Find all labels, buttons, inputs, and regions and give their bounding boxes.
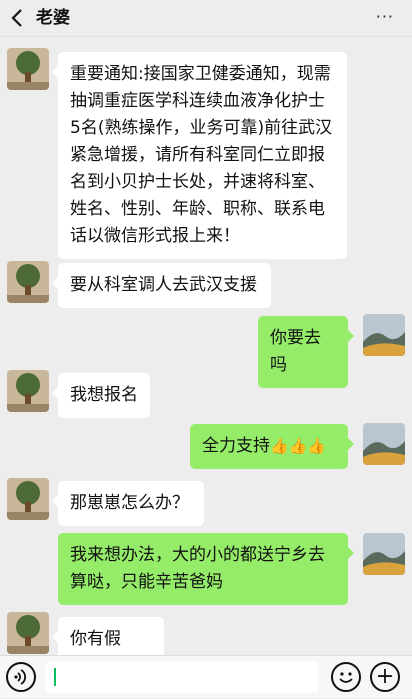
contact-avatar[interactable] xyxy=(7,478,49,520)
message-text: 我来想办法，大的小的都送宁乡去算哒，只能辛苦爸妈 xyxy=(70,545,325,592)
message-bubble-left: 重要通知:接国家卫健委通知，现需抽调重症医学科连续血液净化护士5名(熟练操作，业… xyxy=(52,52,347,259)
contact-avatar[interactable] xyxy=(7,261,49,303)
message-text: 全力支持 xyxy=(202,436,270,456)
message-input[interactable] xyxy=(46,661,318,693)
message-bubble-right: 我来想办法，大的小的都送宁乡去算哒，只能辛苦爸妈 xyxy=(58,533,354,605)
message-bubble-left: 那崽崽怎么办？ xyxy=(52,481,204,526)
contact-avatar[interactable] xyxy=(7,370,49,412)
message-text: 重要通知:接国家卫健委通知，现需抽调重症医学科连续血液净化护士5名(熟练操作，业… xyxy=(70,64,333,246)
thumbs-up-icon: 👍👍👍 xyxy=(270,437,327,455)
self-avatar[interactable] xyxy=(363,314,405,356)
message-bubble-right: 全力支持👍👍👍 xyxy=(190,424,354,469)
chat-title: 老婆 xyxy=(36,8,70,28)
add-attachment-button[interactable]: + xyxy=(370,662,400,692)
contact-avatar[interactable] xyxy=(7,48,49,90)
message-text: 我想报名 xyxy=(70,385,138,405)
self-avatar[interactable] xyxy=(363,423,405,465)
message-bubble-left: 我想报名 xyxy=(52,373,150,418)
message-bubble-left: 要从科室调人去武汉支援 xyxy=(52,263,271,308)
smile-icon[interactable] xyxy=(331,662,361,692)
chat-header: 老婆 ··· xyxy=(0,0,412,37)
more-options-icon[interactable]: ··· xyxy=(376,7,394,27)
message-text: 要从科室调人去武汉支援 xyxy=(70,275,257,295)
message-text: 那崽崽怎么办？ xyxy=(70,493,189,513)
message-composer: + xyxy=(0,655,412,698)
voice-icon[interactable] xyxy=(6,662,36,692)
chevron-left-icon[interactable] xyxy=(8,6,28,30)
message-bubble-right: 你要去吗 xyxy=(258,316,354,388)
contact-avatar[interactable] xyxy=(7,612,49,654)
message-text: 你要去吗 xyxy=(270,328,321,375)
text-caret xyxy=(54,668,56,686)
self-avatar[interactable] xyxy=(363,533,405,575)
